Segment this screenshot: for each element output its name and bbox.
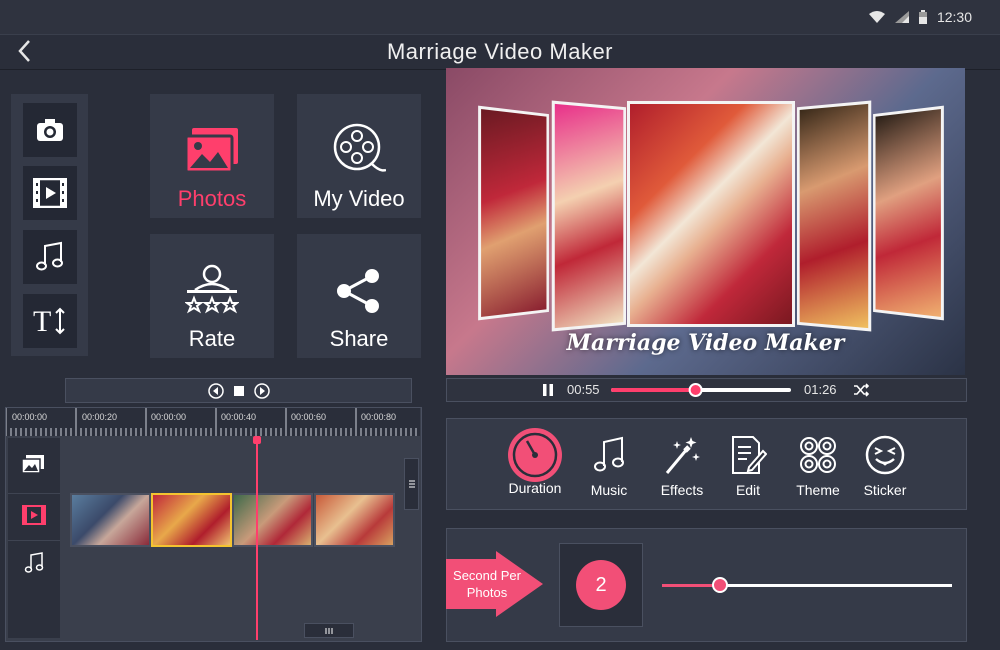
timeline-ruler[interactable] bbox=[6, 408, 420, 436]
status-time: 12:30 bbox=[936, 9, 972, 25]
preview-photo-main bbox=[627, 101, 795, 327]
video-preview[interactable]: Marriage Video Maker bbox=[446, 68, 965, 375]
edit-icon bbox=[732, 436, 767, 474]
track-divider bbox=[8, 493, 60, 494]
timeline-clip[interactable] bbox=[70, 493, 151, 547]
current-time: 00:55 bbox=[567, 382, 600, 397]
grip-icon bbox=[408, 480, 415, 488]
film-icon bbox=[22, 505, 46, 525]
horizontal-scroll-handle[interactable] bbox=[304, 623, 354, 638]
status-icons: 12:30 bbox=[868, 9, 972, 25]
music-note-icon bbox=[36, 241, 63, 271]
duration-label: Duration bbox=[508, 480, 562, 496]
stop-icon[interactable] bbox=[232, 384, 246, 398]
music-note-icon bbox=[594, 436, 624, 472]
audio-track-button[interactable] bbox=[24, 552, 44, 579]
music-note-icon bbox=[24, 552, 44, 573]
effects-label: Effects bbox=[660, 482, 704, 498]
camera-button[interactable] bbox=[23, 103, 77, 157]
photos-icon bbox=[184, 128, 238, 174]
ruler-label: 00:00:40 bbox=[221, 412, 257, 422]
my-video-label: My Video bbox=[313, 186, 405, 211]
app-title: Marriage Video Maker bbox=[386, 39, 614, 64]
track-divider bbox=[8, 540, 60, 541]
rate-label: Rate bbox=[188, 326, 236, 351]
music-tool-button[interactable] bbox=[23, 230, 77, 284]
edit-label: Edit bbox=[735, 482, 761, 498]
timeline-controls bbox=[65, 378, 412, 403]
theme-label: Theme bbox=[796, 482, 840, 498]
ruler-label: 00:00:60 bbox=[291, 412, 327, 422]
preview-photo bbox=[551, 100, 627, 332]
ruler-label: 00:00:20 bbox=[82, 412, 118, 422]
vertical-scroll-handle[interactable] bbox=[404, 458, 419, 510]
share-label: Share bbox=[329, 326, 389, 351]
camera-icon bbox=[37, 119, 63, 141]
sticker-icon bbox=[865, 435, 905, 475]
music-button[interactable]: Music bbox=[574, 432, 644, 498]
seconds-slider[interactable] bbox=[662, 575, 954, 595]
wifi-icon bbox=[868, 11, 885, 23]
text-size-icon: T bbox=[33, 305, 65, 337]
sticker-button[interactable]: Sticker bbox=[850, 432, 920, 498]
photos-label: Photos bbox=[177, 186, 247, 211]
ruler-label: 00:00:80 bbox=[361, 412, 397, 422]
preview-overlay-title: Marriage Video Maker bbox=[566, 330, 845, 356]
timeline-clip[interactable] bbox=[314, 493, 395, 547]
timeline-clip[interactable] bbox=[232, 493, 313, 547]
svg-text:T: T bbox=[33, 305, 51, 337]
rate-icon bbox=[185, 264, 239, 314]
battery-icon bbox=[918, 10, 927, 24]
total-time: 01:26 bbox=[804, 382, 837, 397]
music-label: Music bbox=[590, 482, 628, 498]
seconds-per-photo-label: Second Per Photos bbox=[453, 568, 521, 600]
rate-tile[interactable]: Rate bbox=[150, 234, 274, 358]
magic-wand-icon bbox=[665, 437, 700, 474]
playhead[interactable] bbox=[256, 436, 258, 640]
playhead-handle[interactable] bbox=[253, 436, 261, 444]
effects-button[interactable]: Effects bbox=[647, 432, 717, 498]
preview-photo bbox=[478, 105, 549, 321]
image-track-button[interactable] bbox=[21, 455, 44, 478]
duration-button[interactable]: Duration bbox=[500, 428, 570, 496]
edit-button[interactable]: Edit bbox=[713, 432, 783, 498]
ruler-label: 00:00:00 bbox=[12, 412, 48, 422]
photos-tile[interactable]: Photos bbox=[150, 94, 274, 218]
theme-grid-icon bbox=[800, 437, 836, 473]
film-icon bbox=[33, 178, 67, 208]
timeline-clip-selected[interactable] bbox=[151, 493, 232, 547]
theme-button[interactable]: Theme bbox=[783, 432, 853, 498]
text-tool-button[interactable]: T bbox=[23, 294, 77, 348]
pause-icon[interactable] bbox=[541, 383, 555, 397]
image-icon bbox=[21, 455, 44, 474]
sticker-label: Sticker bbox=[863, 482, 907, 498]
forward-icon[interactable] bbox=[253, 382, 270, 399]
film-reel-icon bbox=[333, 123, 386, 172]
rewind-icon[interactable] bbox=[207, 382, 224, 399]
grip-icon bbox=[325, 627, 333, 634]
share-icon bbox=[337, 269, 379, 313]
progress-slider[interactable] bbox=[611, 382, 793, 398]
seconds-value: 2 bbox=[576, 560, 626, 610]
timer-icon bbox=[508, 428, 562, 482]
video-track-button[interactable] bbox=[22, 505, 46, 530]
status-bar bbox=[0, 0, 1000, 34]
my-video-tile[interactable]: My Video bbox=[297, 94, 421, 218]
preview-photo bbox=[873, 105, 944, 321]
video-tool-button[interactable] bbox=[23, 166, 77, 220]
share-tile[interactable]: Share bbox=[297, 234, 421, 358]
ruler-label: 00:00:00 bbox=[151, 412, 187, 422]
preview-photo bbox=[796, 100, 872, 332]
shuffle-icon[interactable] bbox=[853, 383, 869, 397]
signal-icon bbox=[894, 11, 909, 23]
